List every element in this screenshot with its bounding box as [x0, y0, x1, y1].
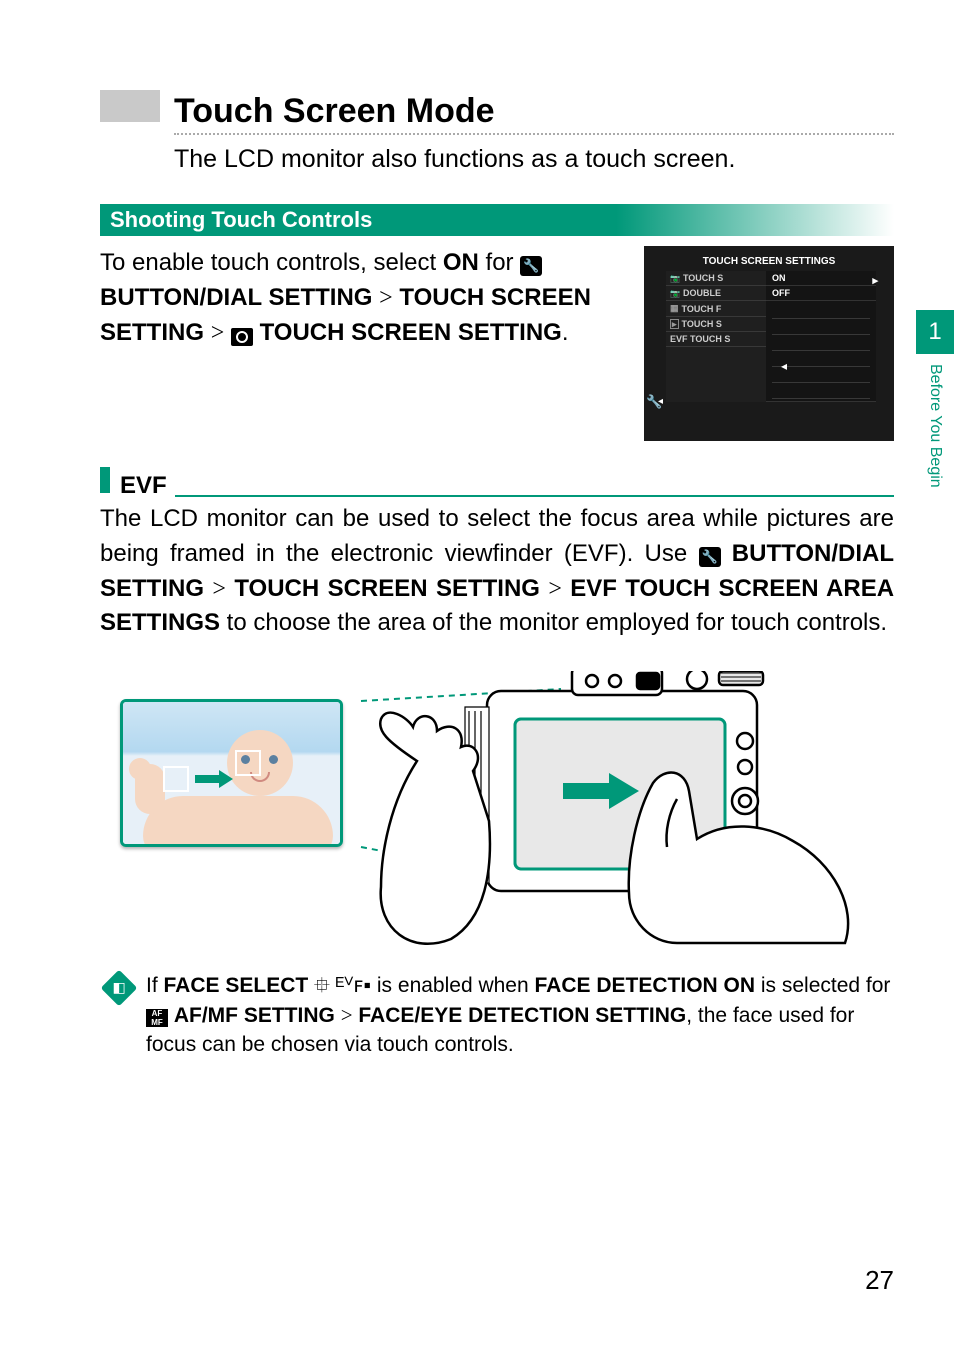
arrow-right-icon: ▸	[872, 274, 878, 287]
lcd-preview	[120, 699, 343, 847]
intro-text: The LCD monitor also functions as a touc…	[174, 145, 894, 174]
evf-subheader: EVF	[100, 467, 894, 500]
menu-title: TOUCH SCREEN SETTINGS	[644, 246, 894, 271]
shooting-paragraph: To enable touch controls, select ON for …	[100, 246, 628, 350]
focus-square-icon	[163, 766, 189, 792]
note-diamond-icon	[101, 970, 138, 1007]
arrow-left-icon: ◂	[781, 359, 787, 373]
wrench-icon	[699, 547, 721, 567]
touch-settings-screenshot: TOUCH SCREEN SETTINGS TOUCH S DOUBLE TOU…	[644, 246, 894, 441]
face-select-icons: ⯐ ᴱⱽꜰ▪	[314, 974, 371, 997]
chapter-number: 1	[916, 310, 954, 354]
wrench-icon	[520, 256, 542, 276]
page: 1 Before You Begin Touch Screen Mode The…	[0, 0, 954, 1346]
title-row: Touch Screen Mode	[100, 90, 894, 131]
menu-option-on: ON▸	[766, 271, 876, 286]
menu-right-column: ON▸ OFF	[766, 271, 876, 402]
menu-item: TOUCH S	[666, 271, 766, 286]
evf-rule	[175, 495, 894, 497]
chapter-title: Before You Begin	[916, 360, 954, 492]
note-block: If FACE SELECT ⯐ ᴱⱽꜰ▪ is enabled when FA…	[100, 971, 894, 1059]
menu-left-column: TOUCH S DOUBLE TOUCH F TOUCH S EVF TOUCH…	[666, 271, 766, 402]
afmf-icon: AFMF	[146, 1009, 168, 1027]
evf-bar	[100, 467, 110, 493]
title-underline	[174, 133, 894, 135]
evf-title: EVF	[120, 472, 167, 500]
menu-option-off: OFF	[766, 286, 876, 301]
menu-item: TOUCH S	[666, 317, 766, 332]
note-text: If FACE SELECT ⯐ ᴱⱽꜰ▪ is enabled when FA…	[146, 971, 894, 1059]
shooting-header: Shooting Touch Controls	[100, 204, 894, 236]
title-mark	[100, 90, 160, 122]
page-number: 27	[865, 1265, 894, 1296]
evf-illustration	[100, 671, 894, 951]
page-title: Touch Screen Mode	[174, 92, 495, 131]
side-tab: 1 Before You Begin	[916, 310, 954, 492]
camera-icon	[231, 328, 253, 346]
menu-item: TOUCH F	[666, 301, 766, 317]
arrow-left-small-icon: ◂	[658, 396, 663, 407]
focus-square-icon	[235, 750, 261, 776]
menu-item: DOUBLE	[666, 286, 766, 301]
menu-item: EVF TOUCH S	[666, 332, 766, 347]
evf-paragraph: The LCD monitor can be used to select th…	[100, 502, 894, 641]
arrow-right-icon	[195, 772, 235, 786]
